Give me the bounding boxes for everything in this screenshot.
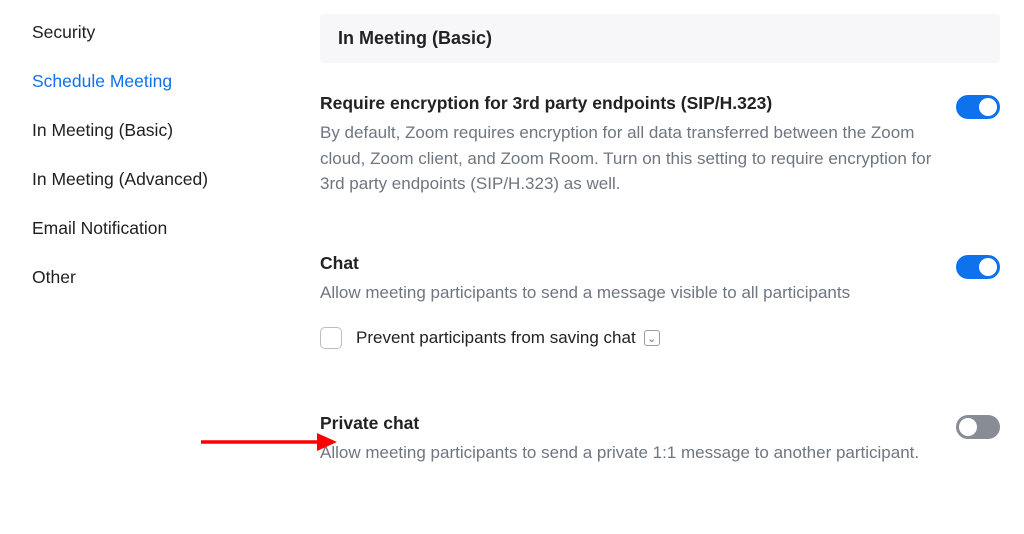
sidebar-item-email-notification[interactable]: Email Notification (32, 204, 320, 253)
toggle-knob (979, 98, 997, 116)
setting-encryption: Require encryption for 3rd party endpoin… (320, 93, 1000, 211)
settings-main: In Meeting (Basic) Require encryption fo… (320, 0, 1024, 534)
sidebar-item-other[interactable]: Other (32, 253, 320, 302)
setting-encryption-text: Require encryption for 3rd party endpoin… (320, 93, 956, 197)
setting-private-chat-title: Private chat (320, 413, 936, 434)
setting-private-chat: Private chat Allow meeting participants … (320, 413, 1000, 480)
toggle-chat[interactable] (956, 255, 1000, 279)
setting-chat-title: Chat (320, 253, 936, 274)
setting-encryption-title: Require encryption for 3rd party endpoin… (320, 93, 936, 114)
setting-chat: Chat Allow meeting participants to send … (320, 253, 1000, 306)
sidebar-item-security[interactable]: Security (32, 8, 320, 57)
chat-prevent-save-option: Prevent participants from saving chat ⌄ (320, 327, 1000, 349)
sidebar-item-in-meeting-basic[interactable]: In Meeting (Basic) (32, 106, 320, 155)
setting-private-chat-text: Private chat Allow meeting participants … (320, 413, 956, 466)
info-icon[interactable]: ⌄ (644, 330, 660, 346)
setting-encryption-desc: By default, Zoom requires encryption for… (320, 120, 936, 197)
toggle-private-chat[interactable] (956, 415, 1000, 439)
setting-chat-text: Chat Allow meeting participants to send … (320, 253, 956, 306)
setting-private-chat-desc: Allow meeting participants to send a pri… (320, 440, 936, 466)
setting-chat-desc: Allow meeting participants to send a mes… (320, 280, 936, 306)
toggle-knob (979, 258, 997, 276)
checkbox-prevent-save[interactable] (320, 327, 342, 349)
settings-sidebar: Security Schedule Meeting In Meeting (Ba… (0, 0, 320, 534)
chat-prevent-save-label: Prevent participants from saving chat (356, 328, 636, 348)
toggle-encryption[interactable] (956, 95, 1000, 119)
section-header: In Meeting (Basic) (320, 14, 1000, 63)
sidebar-item-schedule-meeting[interactable]: Schedule Meeting (32, 57, 320, 106)
sidebar-item-in-meeting-advanced[interactable]: In Meeting (Advanced) (32, 155, 320, 204)
toggle-knob (959, 418, 977, 436)
